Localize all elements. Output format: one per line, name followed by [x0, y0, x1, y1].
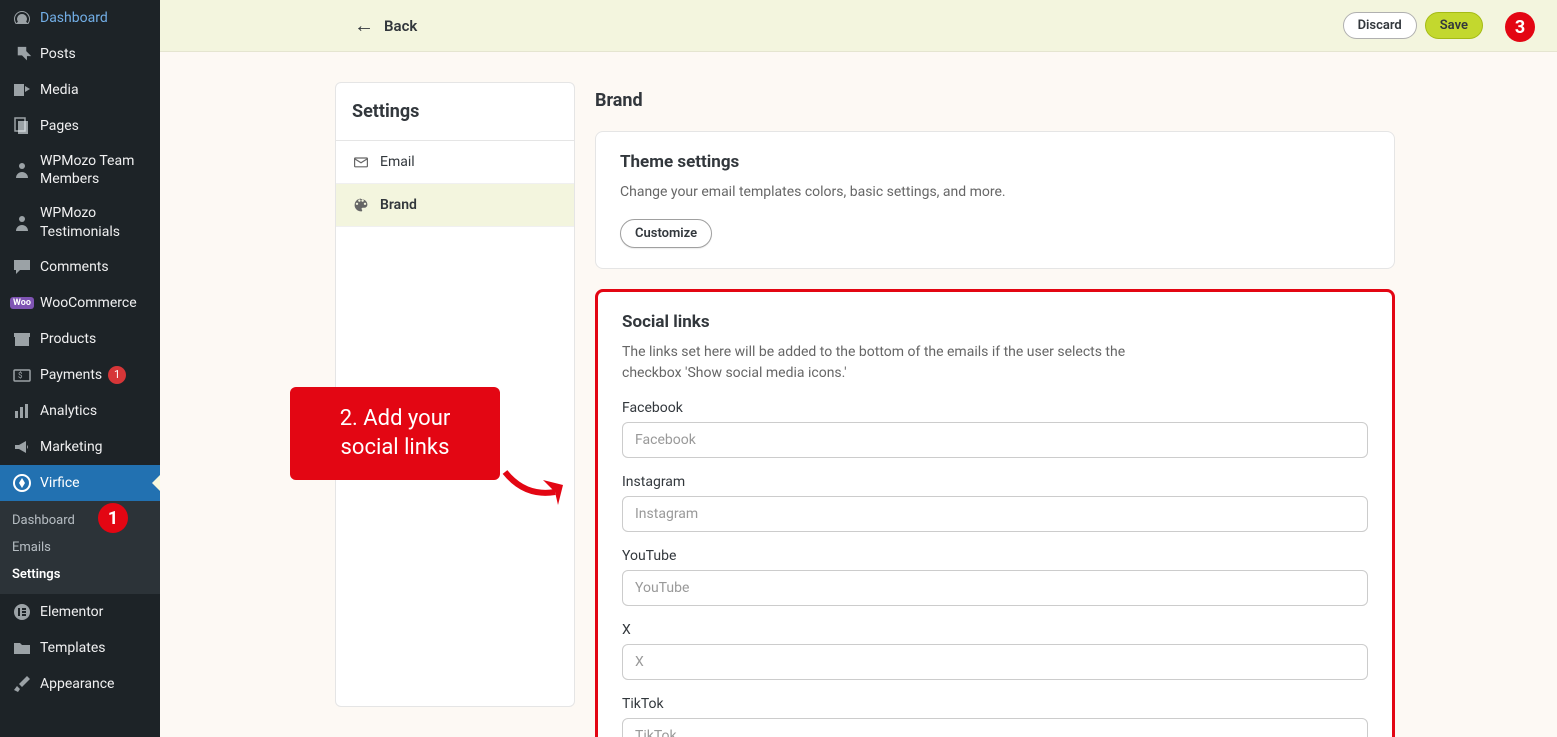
sidebar-item-label: Marketing: [40, 438, 103, 456]
dashboard-icon: [12, 8, 32, 28]
brush-icon: [12, 674, 32, 694]
settings-panel-title: Settings: [336, 83, 574, 141]
sidebar-item-label: WPMozo Team Members: [40, 152, 148, 188]
user-icon: [12, 160, 32, 180]
sidebar-item-label: Posts: [40, 45, 76, 63]
sidebar-item-label: Pages: [40, 117, 79, 135]
facebook-input[interactable]: [622, 422, 1368, 458]
sidebar-item-marketing[interactable]: Marketing: [0, 429, 160, 465]
pages-icon: [12, 116, 32, 136]
sidebar-item-elementor[interactable]: Elementor: [0, 594, 160, 630]
sidebar-item-payments[interactable]: $ Payments 1: [0, 357, 160, 393]
woo-icon: Woo: [12, 293, 32, 313]
sidebar-item-appearance[interactable]: Appearance: [0, 666, 160, 702]
virfice-icon: [12, 473, 32, 493]
discard-button[interactable]: Discard: [1343, 12, 1417, 39]
sidebar-item-virfice[interactable]: Virfice: [0, 465, 160, 501]
user-icon: [12, 213, 32, 233]
x-input[interactable]: [622, 644, 1368, 680]
folder-icon: [12, 638, 32, 658]
theme-card-title: Theme settings: [620, 152, 1370, 172]
sidebar-item-comments[interactable]: Comments: [0, 249, 160, 285]
sidebar-item-products[interactable]: Products: [0, 321, 160, 357]
sidebar-item-label: Virfice: [40, 474, 80, 492]
youtube-label: YouTube: [622, 548, 1368, 564]
main-area: ← Back Discard Save 3 Settings Email Bra…: [160, 0, 1557, 737]
annotation-box-2: 2. Add your social links: [290, 387, 500, 480]
sidebar-item-wpmozo-testimonials[interactable]: WPMozo Testimonials: [0, 196, 160, 248]
archive-icon: [12, 329, 32, 349]
sidebar-item-label: Templates: [40, 639, 106, 657]
annotation-arrow-2: [500, 462, 575, 507]
sidebar-item-label: Products: [40, 330, 96, 348]
annotation-badge-1: 1: [98, 503, 128, 533]
comment-icon: [12, 257, 32, 277]
sidebar-item-pages[interactable]: Pages: [0, 108, 160, 144]
svg-text:$: $: [18, 371, 23, 380]
instagram-input[interactable]: [622, 496, 1368, 532]
theme-card-description: Change your email templates colors, basi…: [620, 182, 1370, 203]
tiktok-input[interactable]: [622, 718, 1368, 737]
sidebar-item-label: Appearance: [40, 675, 114, 693]
save-button[interactable]: Save: [1425, 12, 1483, 39]
sidebar-item-media[interactable]: Media: [0, 72, 160, 108]
facebook-label: Facebook: [622, 400, 1368, 416]
sidebar-item-templates[interactable]: Templates: [0, 630, 160, 666]
sidebar-item-label: Media: [40, 81, 79, 99]
content-area: Settings Email Brand Brand Theme setting…: [160, 52, 1557, 737]
mail-icon: [352, 153, 370, 171]
x-field-group: X: [622, 622, 1368, 680]
sidebar-item-wpmozo-team[interactable]: WPMozo Team Members: [0, 144, 160, 196]
submenu-dashboard[interactable]: Dashboard: [0, 507, 160, 534]
instagram-label: Instagram: [622, 474, 1368, 490]
instagram-field-group: Instagram: [622, 474, 1368, 532]
sidebar-item-label: Analytics: [40, 402, 97, 420]
youtube-field-group: YouTube: [622, 548, 1368, 606]
sidebar-item-posts[interactable]: Posts: [0, 36, 160, 72]
analytics-icon: [12, 401, 32, 421]
palette-icon: [352, 196, 370, 214]
tiktok-label: TikTok: [622, 696, 1368, 712]
submenu-settings[interactable]: Settings: [0, 561, 160, 588]
back-button[interactable]: ← Back: [354, 13, 417, 38]
sidebar-item-label: WPMozo Testimonials: [40, 204, 148, 240]
settings-item-email[interactable]: Email: [336, 141, 574, 184]
theme-settings-card: Theme settings Change your email templat…: [595, 131, 1395, 269]
social-card-description: The links set here will be added to the …: [622, 342, 1142, 384]
elementor-icon: [12, 602, 32, 622]
settings-item-brand[interactable]: Brand: [336, 184, 574, 227]
sidebar-item-label: WooCommerce: [40, 294, 137, 312]
wp-admin-sidebar: Dashboard Posts Media Pages WPMozo Team …: [0, 0, 160, 737]
social-links-card: Social links The links set here will be …: [595, 289, 1395, 737]
megaphone-icon: [12, 437, 32, 457]
media-icon: [12, 80, 32, 100]
settings-item-label: Email: [380, 154, 415, 170]
topbar: ← Back Discard Save: [160, 0, 1557, 52]
annotation-badge-3: 3: [1505, 12, 1535, 42]
sidebar-item-woocommerce[interactable]: Woo WooCommerce: [0, 285, 160, 321]
arrow-left-icon: ←: [354, 13, 374, 38]
sidebar-item-analytics[interactable]: Analytics: [0, 393, 160, 429]
pin-icon: [12, 44, 32, 64]
youtube-input[interactable]: [622, 570, 1368, 606]
x-label: X: [622, 622, 1368, 638]
payment-icon: $: [12, 365, 32, 385]
social-card-title: Social links: [622, 312, 1368, 332]
virfice-submenu: Dashboard Emails Settings: [0, 501, 160, 594]
facebook-field-group: Facebook: [622, 400, 1368, 458]
sidebar-item-dashboard[interactable]: Dashboard: [0, 0, 160, 36]
sidebar-item-label: Dashboard: [40, 9, 108, 27]
tiktok-field-group: TikTok: [622, 696, 1368, 737]
customize-button[interactable]: Customize: [620, 219, 712, 248]
sidebar-item-label: Payments: [40, 366, 102, 384]
payments-badge: 1: [108, 366, 126, 384]
sidebar-item-label: Elementor: [40, 603, 103, 621]
brand-title: Brand: [595, 82, 1395, 111]
settings-item-label: Brand: [380, 197, 417, 213]
brand-content: Brand Theme settings Change your email t…: [595, 82, 1395, 707]
sidebar-item-label: Comments: [40, 258, 109, 276]
submenu-emails[interactable]: Emails: [0, 534, 160, 561]
back-label: Back: [384, 17, 417, 35]
